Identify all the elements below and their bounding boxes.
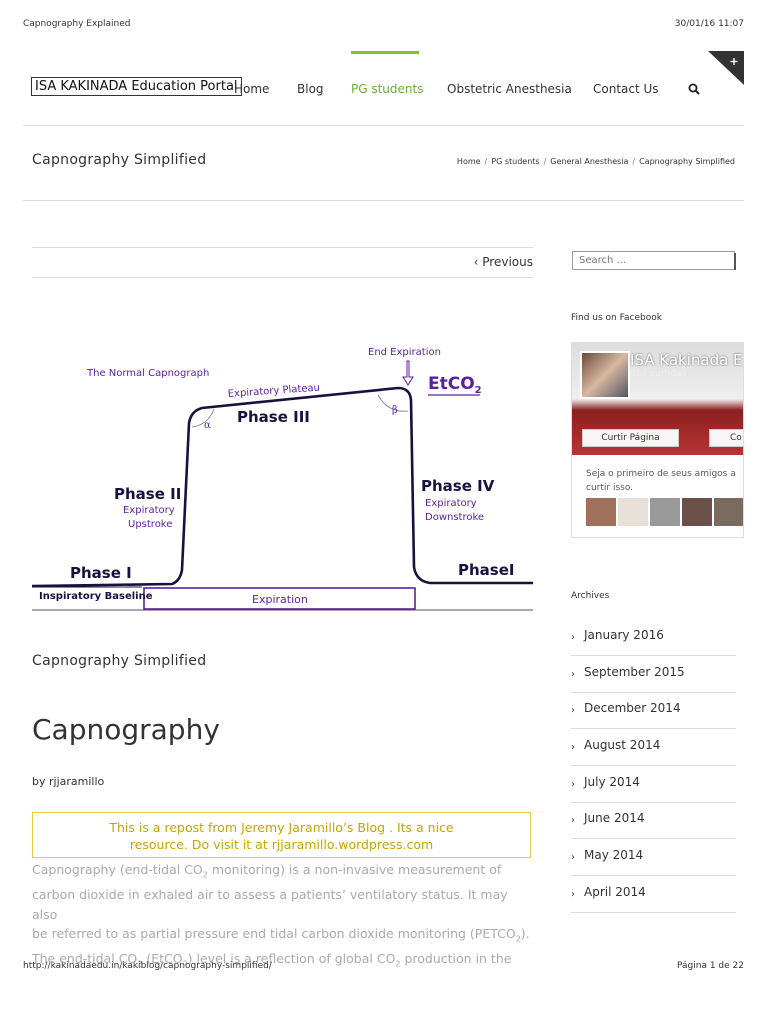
friend-avatar[interactable] bbox=[650, 498, 680, 526]
expiration-label: Expiration bbox=[252, 593, 308, 606]
nav-blog[interactable]: Blog bbox=[297, 82, 324, 96]
breadcrumb-home[interactable]: Home bbox=[457, 157, 481, 166]
print-header-title: Capnography Explained bbox=[23, 19, 131, 29]
phase4-sub1: Expiratory bbox=[425, 498, 477, 509]
facebook-share-button[interactable]: Co bbox=[709, 429, 743, 447]
beta-symbol: β bbox=[392, 405, 398, 416]
chevron-right-icon: › bbox=[571, 705, 575, 716]
chevron-right-icon: › bbox=[571, 742, 575, 753]
phase1-right-label: PhaseI bbox=[458, 561, 514, 579]
facebook-friends-text: Seja o primeiro de seus amigos a curtir … bbox=[586, 469, 736, 493]
friend-avatar[interactable] bbox=[618, 498, 648, 526]
phase2-sub2: Upstroke bbox=[128, 519, 172, 530]
search-icon[interactable] bbox=[688, 83, 700, 95]
facebook-heading: Find us on Facebook bbox=[571, 313, 662, 323]
chevron-right-icon: › bbox=[571, 815, 575, 826]
breadcrumb-pg-students[interactable]: PG students bbox=[491, 157, 539, 166]
nav-active-indicator bbox=[351, 51, 419, 54]
previous-post-link[interactable]: ‹ Previous bbox=[474, 255, 533, 269]
post-nav-bottom-divider bbox=[32, 277, 533, 278]
facebook-page-avatar[interactable] bbox=[580, 351, 630, 399]
print-header-datetime: 30/01/16 11:07 bbox=[674, 19, 744, 29]
print-footer-page: Página 1 de 22 bbox=[677, 961, 744, 971]
facebook-like-count: 857 curtidas bbox=[630, 369, 687, 379]
chevron-right-icon: › bbox=[571, 779, 575, 790]
post-body: Capnography (end-tidal CO2 monitoring) i… bbox=[32, 860, 532, 974]
image-caption: Capnography Simplified bbox=[32, 653, 207, 669]
site-logo[interactable]: ISA KAKINADA Education Portal bbox=[31, 77, 242, 96]
archive-item-may-2014[interactable]: › May 2014 bbox=[571, 840, 736, 876]
phase2-label: Phase II bbox=[114, 485, 181, 503]
breadcrumb: Home / PG students / General Anesthesia / Capn… bbox=[456, 157, 735, 166]
nav-home[interactable]: Home bbox=[234, 82, 269, 96]
sidebar-search-input[interactable] bbox=[572, 251, 735, 270]
archive-item-july-2014[interactable]: › July 2014 bbox=[571, 767, 736, 803]
breadcrumb-current: Capnography Simplified bbox=[639, 157, 735, 166]
post-title: Capnography bbox=[32, 713, 220, 746]
body-line-2: carbon dioxide in exhaled air to assess … bbox=[32, 887, 508, 922]
phase4-sub2: Downstroke bbox=[425, 512, 484, 523]
nav-contact-us[interactable]: Contact Us bbox=[593, 82, 659, 96]
phase4-label: Phase IV bbox=[421, 477, 495, 495]
header-divider bbox=[23, 125, 744, 126]
friend-avatar[interactable] bbox=[714, 498, 743, 526]
search-input-edge bbox=[734, 253, 736, 270]
alpha-symbol: α bbox=[204, 420, 211, 431]
facebook-widget[interactable]: ISA Kakinada E 857 curtidas Curtir Págin… bbox=[571, 342, 744, 538]
phase1-left-label: Phase I bbox=[70, 564, 132, 582]
facebook-like-button[interactable]: Curtir Página bbox=[582, 429, 679, 447]
page-title: Capnography Simplified bbox=[32, 152, 207, 168]
plus-corner-icon[interactable] bbox=[708, 51, 744, 85]
breadcrumb-general-anesthesia[interactable]: General Anesthesia bbox=[550, 157, 628, 166]
facebook-page-name[interactable]: ISA Kakinada E bbox=[630, 351, 743, 369]
friend-avatar[interactable] bbox=[586, 498, 616, 526]
repost-line-1: This is a repost from Jeremy Jaramillo’s… bbox=[109, 820, 454, 835]
inspiratory-baseline-label: Inspiratory Baseline bbox=[39, 591, 153, 602]
chevron-right-icon: › bbox=[571, 889, 575, 900]
chevron-right-icon: › bbox=[571, 632, 575, 643]
chevron-right-icon: › bbox=[571, 669, 575, 680]
archive-item-june-2014[interactable]: › June 2014 bbox=[571, 803, 736, 839]
archives-heading: Archives bbox=[571, 591, 610, 601]
title-divider bbox=[23, 200, 744, 201]
post-byline: by rjjaramillo bbox=[32, 775, 105, 788]
archive-item-april-2014[interactable]: › April 2014 bbox=[571, 877, 736, 913]
archive-item-december-2014[interactable]: › December 2014 bbox=[571, 693, 736, 729]
etco2-label: EtCO2 bbox=[428, 374, 482, 396]
body-line-3: be referred to as partial pressure end t… bbox=[32, 926, 530, 944]
archive-item-august-2014[interactable]: › August 2014 bbox=[571, 730, 736, 766]
nav-obstetric-anesthesia[interactable]: Obstetric Anesthesia bbox=[447, 82, 572, 96]
nav-pg-students[interactable]: PG students bbox=[351, 82, 423, 96]
body-line-1: Capnography (end-tidal CO2 monitoring) i… bbox=[32, 862, 502, 880]
figure-title: The Normal Capnograph bbox=[86, 368, 209, 379]
capnograph-figure: The Normal Capnograph End Expiration EtC… bbox=[32, 345, 533, 612]
repost-line-2[interactable]: resource. Do visit it at rjjaramillo.wor… bbox=[33, 836, 530, 853]
archive-item-september-2015[interactable]: › September 2015 bbox=[571, 657, 736, 693]
end-expiration-label: End Expiration bbox=[368, 347, 441, 358]
friend-avatar[interactable] bbox=[682, 498, 712, 526]
body-line-4: The end-tidal CO2 (EtCO2) level is a ref… bbox=[32, 951, 512, 969]
archive-item-january-2016[interactable]: › January 2016 bbox=[571, 620, 736, 656]
phase3-label: Phase III bbox=[237, 408, 310, 426]
phase2-sub1: Expiratory bbox=[123, 505, 175, 516]
post-nav-top-divider bbox=[32, 247, 533, 248]
chevron-right-icon: › bbox=[571, 852, 575, 863]
repost-notice: This is a repost from Jeremy Jaramillo’s… bbox=[32, 812, 531, 858]
